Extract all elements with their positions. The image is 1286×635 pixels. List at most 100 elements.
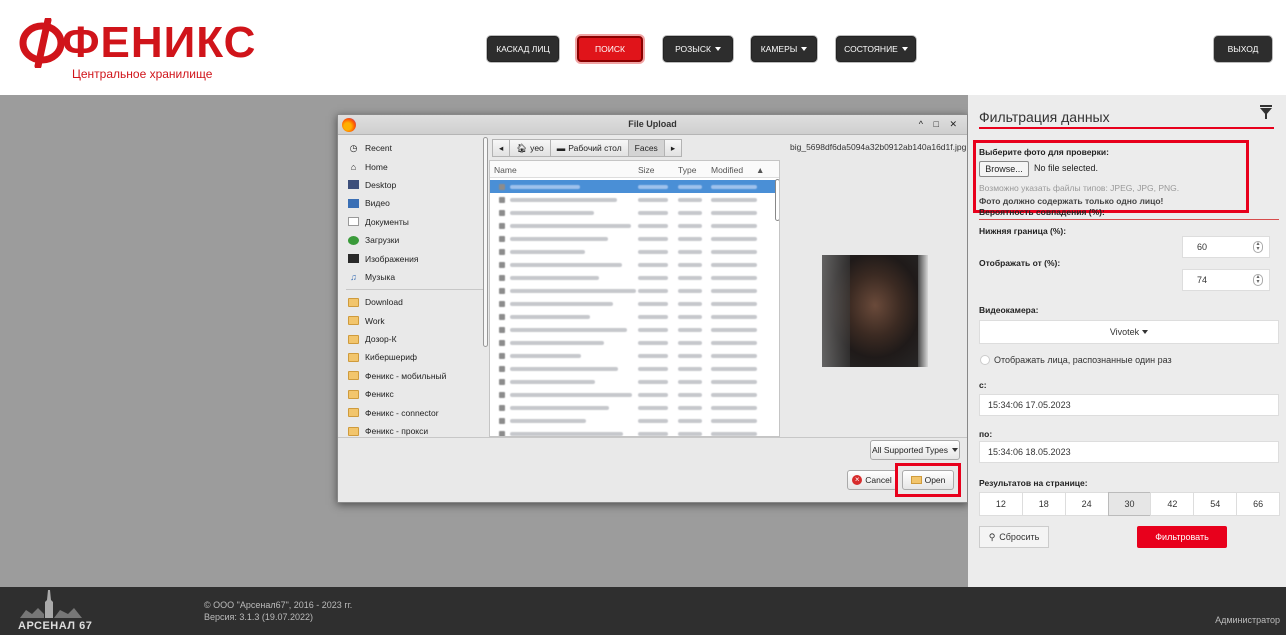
redacted-text: [711, 197, 757, 202]
app-footer: АРСЕНАЛ 67 © ООО "Арсенал67", 2016 - 202…: [0, 587, 1286, 635]
file-row[interactable]: [490, 349, 779, 362]
column-name[interactable]: Name: [494, 165, 517, 175]
file-list-scrollbar[interactable]: [775, 179, 779, 221]
redacted-text: [711, 275, 757, 280]
redacted-text: [638, 262, 668, 267]
sidebar-scrollbar[interactable]: [483, 137, 488, 347]
show-once-radio[interactable]: [980, 355, 990, 365]
redacted-text: [638, 301, 668, 306]
window-controls[interactable]: ^ □ ✕: [919, 119, 961, 130]
bookmark-folder[interactable]: Download: [342, 293, 488, 311]
place-downloads[interactable]: Загрузки: [342, 231, 488, 249]
path-crumb-home[interactable]: 🏠︎ yeo: [509, 139, 551, 157]
per-page-option-selected[interactable]: 30: [1107, 492, 1152, 516]
nav-status-button[interactable]: СОСТОЯНИЕ: [836, 36, 916, 62]
per-page-option[interactable]: 66: [1236, 492, 1281, 516]
place-music[interactable]: ♫ Музыка: [342, 268, 488, 286]
redacted-text: [638, 223, 668, 228]
lower-bound-input[interactable]: 60 ▴ ▾: [1182, 236, 1270, 258]
file-row[interactable]: [490, 219, 779, 232]
place-documents[interactable]: Документы: [342, 213, 488, 231]
file-row[interactable]: [490, 180, 779, 193]
redacted-text: [678, 353, 702, 358]
file-row[interactable]: [490, 427, 779, 436]
filter-button[interactable]: Фильтровать: [1137, 526, 1227, 548]
file-row[interactable]: [490, 271, 779, 284]
redacted-text: [678, 327, 702, 332]
path-back-button[interactable]: ◂: [492, 139, 511, 157]
file-row[interactable]: [490, 297, 779, 310]
redacted-text: [510, 184, 580, 189]
per-page-selector: 12 18 24 30 42 54 66: [979, 492, 1281, 516]
place-images[interactable]: Изображения: [342, 249, 488, 267]
file-row[interactable]: [490, 362, 779, 375]
redacted-text: [678, 301, 702, 306]
nav-cameras-button[interactable]: КАМЕРЫ: [751, 36, 817, 62]
bookmark-folder[interactable]: Феникс - мобильный: [342, 367, 488, 385]
filter-panel: Фильтрация данных Выберите фото для пров…: [968, 95, 1286, 587]
file-row[interactable]: [490, 206, 779, 219]
bookmark-folder[interactable]: Дозор-К: [342, 330, 488, 348]
bookmark-folder[interactable]: Кибершериф: [342, 348, 488, 366]
folder-icon: [348, 334, 359, 344]
per-page-option[interactable]: 24: [1064, 492, 1109, 516]
bookmark-folder[interactable]: Феникс: [342, 385, 488, 403]
file-list[interactable]: Name Size Type Modified ▲: [489, 160, 780, 437]
place-recent[interactable]: ◷ Recent: [342, 139, 488, 157]
redacted-text: [638, 418, 668, 423]
per-page-option[interactable]: 54: [1193, 492, 1238, 516]
place-desktop[interactable]: Desktop: [342, 176, 488, 194]
file-row[interactable]: [490, 193, 779, 206]
camera-select[interactable]: Vivotek: [979, 320, 1279, 344]
file-icon: [499, 430, 505, 436]
logo[interactable]: ФЕНИКС Центральное хранилище: [18, 18, 255, 84]
exit-button[interactable]: ВЫХОД: [1214, 36, 1272, 62]
redacted-text: [510, 353, 581, 358]
path-crumb-faces[interactable]: Faces: [627, 139, 665, 157]
path-forward-button[interactable]: ▸: [663, 139, 683, 157]
redacted-text: [711, 262, 757, 267]
bookmark-folder[interactable]: Феникс - connector: [342, 403, 488, 421]
file-row[interactable]: [490, 284, 779, 297]
per-page-option[interactable]: 12: [979, 492, 1023, 516]
file-row[interactable]: [490, 336, 779, 349]
spinner-icon[interactable]: ▴ ▾: [1253, 241, 1263, 253]
file-row[interactable]: [490, 323, 779, 336]
highlight-box-photo: [973, 140, 1249, 213]
nav-search-button[interactable]: ПОИСК: [577, 36, 643, 62]
place-video[interactable]: Видео: [342, 194, 488, 212]
redacted-text: [510, 379, 595, 384]
from-date-input[interactable]: 15:34:06 17.05.2023: [979, 394, 1279, 416]
cancel-button[interactable]: × Cancel: [847, 470, 897, 490]
per-page-option[interactable]: 18: [1021, 492, 1066, 516]
redacted-text: [510, 262, 622, 267]
bookmark-folder[interactable]: Феникс - прокси: [342, 422, 488, 437]
nav-cascade-button[interactable]: КАСКАД ЛИЦ: [487, 36, 559, 62]
column-size[interactable]: Size: [638, 165, 655, 175]
file-row[interactable]: [490, 414, 779, 427]
column-modified[interactable]: Modified: [711, 165, 743, 175]
reset-button[interactable]: ⚲ Сбросить: [979, 526, 1049, 548]
spinner-icon[interactable]: ▴ ▾: [1253, 274, 1263, 286]
per-page-option[interactable]: 42: [1150, 492, 1195, 516]
chevron-down-icon: [901, 47, 908, 51]
file-row[interactable]: [490, 245, 779, 258]
bookmark-folder[interactable]: Work: [342, 312, 488, 330]
file-row[interactable]: [490, 401, 779, 414]
dialog-titlebar[interactable]: File Upload ^ □ ✕: [338, 115, 967, 135]
file-row[interactable]: [490, 388, 779, 401]
file-type-select[interactable]: All Supported Types: [870, 440, 960, 460]
file-icon: [499, 209, 505, 216]
current-user[interactable]: Администратор: [1215, 615, 1280, 625]
file-row[interactable]: [490, 375, 779, 388]
display-from-input[interactable]: 74 ▴ ▾: [1182, 269, 1270, 291]
file-row[interactable]: [490, 258, 779, 271]
to-date-input[interactable]: 15:34:06 18.05.2023: [979, 441, 1279, 463]
file-row[interactable]: [490, 232, 779, 245]
place-home[interactable]: ⌂ Home: [342, 157, 488, 175]
nav-wanted-button[interactable]: РОЗЫСК: [663, 36, 733, 62]
file-row[interactable]: [490, 310, 779, 323]
column-type[interactable]: Type: [678, 165, 696, 175]
cancel-icon: ×: [852, 475, 863, 485]
path-crumb-desktop[interactable]: ▬ Рабочий стол: [549, 139, 629, 157]
